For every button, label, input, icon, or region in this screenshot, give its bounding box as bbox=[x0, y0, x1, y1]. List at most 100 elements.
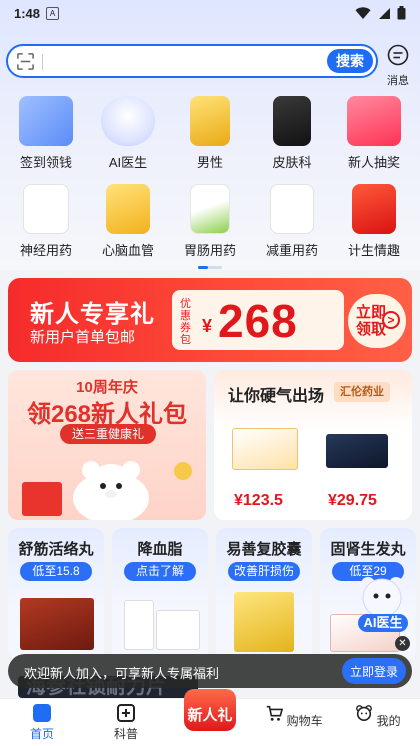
product-image bbox=[156, 610, 200, 650]
plus-square-icon bbox=[117, 704, 135, 722]
category-label: 心脑血管 bbox=[101, 243, 154, 258]
login-prompt-text: 欢迎新人加入，可享新人专属福利 bbox=[24, 666, 220, 681]
banner-title: 新人专享礼 bbox=[30, 301, 155, 328]
message-label: 消息 bbox=[387, 75, 409, 87]
product-tagline: 改善肝损伤 bbox=[228, 562, 300, 581]
red-gift-box-icon bbox=[22, 482, 62, 516]
brand-tag: 汇伦药业 bbox=[334, 382, 390, 402]
product-image[interactable] bbox=[232, 428, 298, 470]
nav-label: 新人礼 bbox=[187, 707, 233, 724]
product-image bbox=[124, 600, 154, 650]
medicine-box-icon bbox=[190, 96, 230, 146]
coupon-currency: ¥ bbox=[202, 316, 213, 336]
medicine-box-icon bbox=[270, 184, 314, 234]
chevron-right-icon: > bbox=[382, 311, 400, 329]
search-bar: 搜索 bbox=[6, 44, 378, 78]
product-image bbox=[234, 592, 294, 652]
product-image bbox=[20, 598, 94, 650]
category-newcomer-lottery[interactable]: 新人抽奖 bbox=[335, 96, 413, 171]
ai-doctor-label: AI医生 bbox=[358, 614, 408, 632]
product-name: 降血脂 bbox=[137, 541, 183, 558]
message-icon bbox=[387, 44, 409, 66]
claim-button[interactable]: 立即领取 > bbox=[348, 294, 406, 348]
app-notification-icon: A bbox=[46, 6, 60, 20]
product-name: 舒筋活络丸 bbox=[18, 541, 94, 558]
home-icon bbox=[33, 704, 51, 722]
newcomer-banner[interactable]: 新人专享礼 新用户首单包邮 优惠券包 ¥ 268 立即领取 > bbox=[8, 278, 412, 362]
category-label: 胃肠用药 bbox=[183, 243, 236, 258]
bear-profile-icon bbox=[356, 705, 373, 722]
medicine-box-icon bbox=[106, 184, 150, 234]
bear-doctor-icon bbox=[361, 577, 403, 618]
product-image[interactable] bbox=[326, 434, 388, 468]
category-label: 签到领钱 bbox=[19, 155, 72, 170]
product-tagline: 点击了解 bbox=[124, 562, 196, 581]
message-button[interactable]: 消息 bbox=[384, 44, 412, 88]
category-label: 皮肤科 bbox=[272, 155, 312, 170]
nav-new-gift[interactable]: 新人礼 bbox=[168, 689, 252, 746]
signal-icon bbox=[379, 7, 390, 19]
brand-promo-title: 让你硬气出场 bbox=[228, 388, 325, 405]
category-pager bbox=[198, 266, 222, 269]
nav-label: 首页 bbox=[29, 727, 54, 741]
coupon-amount: 268 bbox=[218, 295, 298, 347]
battery-icon bbox=[397, 6, 406, 20]
nav-cart[interactable]: 购物车 bbox=[252, 699, 336, 746]
medicine-box-icon bbox=[273, 96, 311, 146]
coupon-label: 优惠券包 bbox=[180, 298, 191, 346]
close-icon[interactable]: ✕ bbox=[395, 636, 410, 651]
product-tagline: 低至15.8 bbox=[20, 562, 92, 581]
ai-bear-doctor-icon bbox=[101, 96, 155, 146]
app-screen: 1:48 A 搜索 消息 签到领钱 AI医生 男性 皮肤科 新人抽奖 神经用药 … bbox=[0, 0, 420, 746]
search-input[interactable] bbox=[48, 50, 288, 74]
gift-box-icon bbox=[347, 96, 401, 146]
gold-coin-icon bbox=[174, 462, 192, 480]
anniversary-promo[interactable]: 10周年庆 领268新人礼包 送三重健康礼 bbox=[8, 370, 206, 520]
product-price: ¥29.75 bbox=[328, 492, 377, 509]
nav-profile[interactable]: 我的 bbox=[336, 699, 420, 746]
search-button[interactable]: 搜索 bbox=[327, 49, 373, 73]
status-icons bbox=[355, 6, 406, 20]
coupon-card: 优惠券包 ¥ 268 bbox=[172, 290, 344, 350]
category-label: 男性 bbox=[196, 155, 223, 170]
category-neuro[interactable]: 神经用药 bbox=[7, 184, 85, 259]
category-label: 计生情趣 bbox=[347, 243, 400, 258]
product-card[interactable]: 易善复胶囊 改善肝损伤 bbox=[216, 528, 312, 660]
calendar-icon bbox=[19, 96, 73, 146]
anniversary-tag: 送三重健康礼 bbox=[60, 424, 156, 444]
login-button[interactable]: 立即登录 bbox=[342, 658, 406, 684]
brand-promo[interactable]: 让你硬气出场 汇伦药业 ¥123.5 ¥29.75 bbox=[214, 370, 412, 520]
medicine-box-icon bbox=[352, 184, 396, 234]
product-name: 固肾生发丸 bbox=[330, 541, 406, 558]
category-cardio[interactable]: 心脑血管 bbox=[89, 184, 167, 259]
category-dermatology[interactable]: 皮肤科 bbox=[253, 96, 331, 171]
nav-label: 我的 bbox=[376, 714, 401, 728]
pager-indicator bbox=[198, 266, 208, 269]
category-checkin[interactable]: 签到领钱 bbox=[7, 96, 85, 171]
category-gastro[interactable]: 胃肠用药 bbox=[171, 184, 249, 259]
product-price: ¥123.5 bbox=[234, 492, 283, 509]
product-card[interactable]: 舒筋活络丸 低至15.8 bbox=[8, 528, 104, 660]
nav-science[interactable]: 科普 bbox=[84, 699, 168, 746]
login-prompt-banner: 欢迎新人加入，可享新人专属福利 立即登录 bbox=[8, 654, 412, 688]
cart-icon bbox=[267, 705, 284, 721]
bear-mascot-icon bbox=[73, 461, 149, 520]
scan-icon[interactable] bbox=[16, 52, 35, 71]
nav-label: 科普 bbox=[113, 727, 138, 741]
category-label: 神经用药 bbox=[19, 243, 72, 258]
nav-label: 购物车 bbox=[286, 714, 323, 728]
nav-home[interactable]: 首页 bbox=[0, 699, 84, 746]
product-card[interactable]: 降血脂 点击了解 bbox=[112, 528, 208, 660]
category-label: AI医生 bbox=[108, 155, 148, 170]
bottom-navigation: 首页 科普 新人礼 购物车 我的 bbox=[0, 689, 420, 746]
category-male[interactable]: 男性 bbox=[171, 96, 249, 171]
category-label: 减重用药 bbox=[265, 243, 318, 258]
category-ai-doctor[interactable]: AI医生 bbox=[89, 96, 167, 171]
category-weight-loss[interactable]: 减重用药 bbox=[253, 184, 331, 259]
category-family-planning[interactable]: 计生情趣 bbox=[335, 184, 413, 259]
product-name: 易善复胶囊 bbox=[226, 541, 302, 558]
new-gift-icon: 新人礼 bbox=[184, 689, 236, 731]
category-label: 新人抽奖 bbox=[347, 155, 400, 170]
status-time: 1:48 bbox=[14, 5, 41, 21]
ai-doctor-float-button[interactable]: AI医生 bbox=[352, 572, 412, 634]
